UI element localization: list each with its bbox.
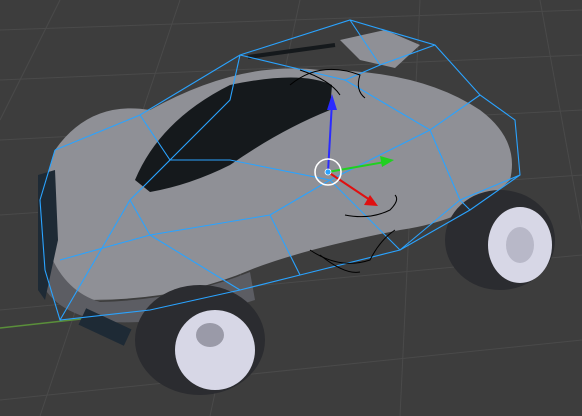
x-axis-line — [0, 317, 91, 329]
roof-antenna — [247, 43, 336, 59]
gizmo-origin-dot — [324, 168, 332, 176]
front-wheel[interactable] — [135, 285, 265, 395]
viewport-canvas[interactable] — [0, 0, 582, 416]
rear-wheel[interactable] — [445, 190, 555, 290]
3d-viewport[interactable] — [0, 0, 582, 416]
car-model[interactable] — [38, 30, 512, 346]
